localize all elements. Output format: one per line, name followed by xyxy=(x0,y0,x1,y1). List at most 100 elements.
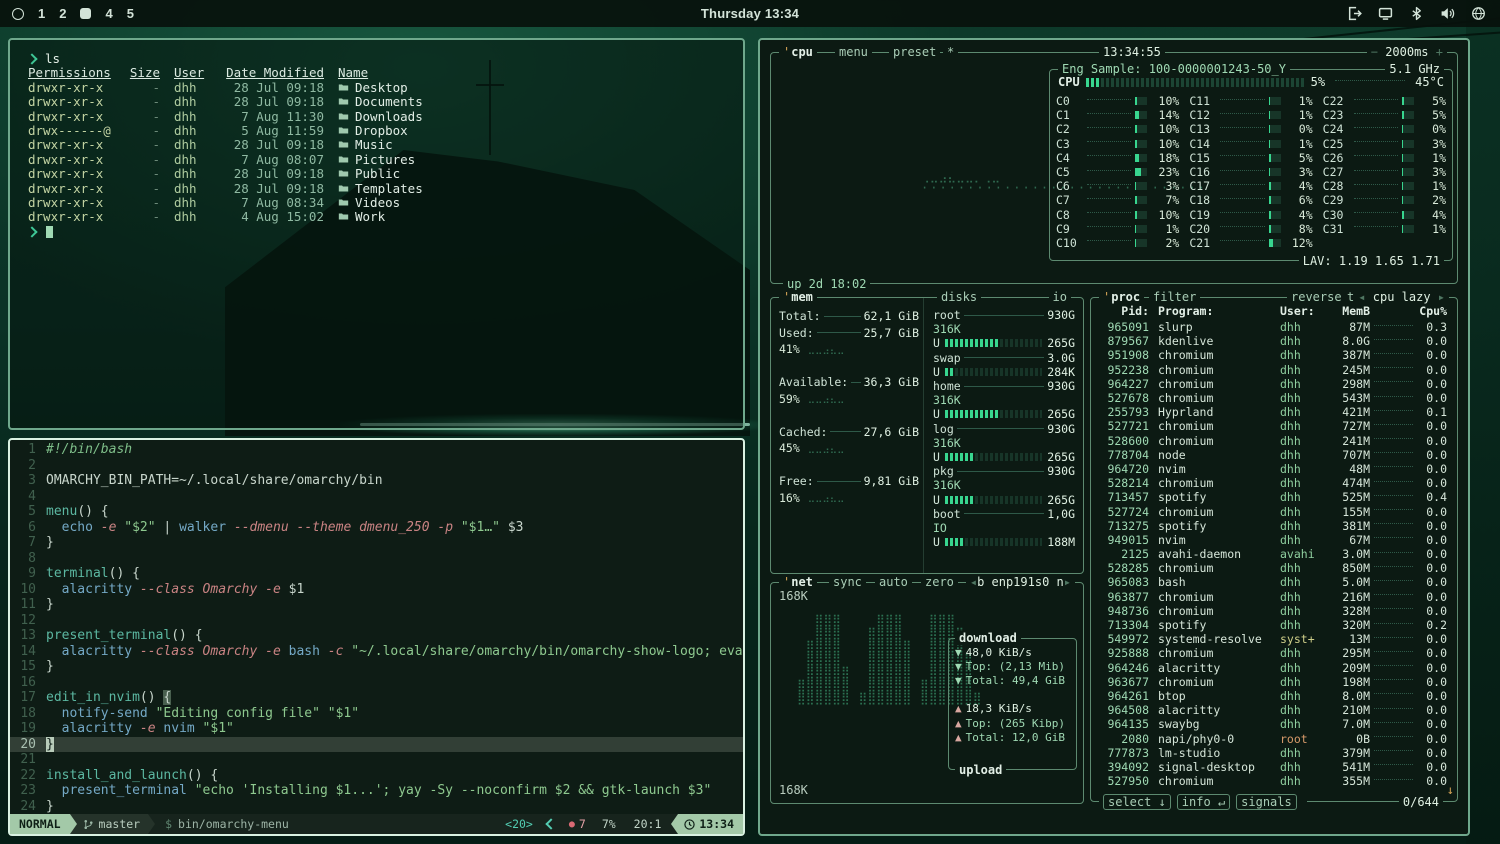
process-row[interactable]: 527724chromiumdhh155M0.0 xyxy=(1099,504,1447,518)
terminal-window-ls[interactable]: ls Permissions Size User Date Modified N… xyxy=(8,38,745,430)
process-row[interactable]: 951908chromiumdhh387M0.0 xyxy=(1099,348,1447,362)
directory-name: Public xyxy=(355,167,400,181)
code-text xyxy=(46,675,743,691)
io-tab[interactable]: io xyxy=(1049,290,1071,304)
mem-stat-row: Used:25,7 GiB xyxy=(779,325,919,342)
auto-button[interactable]: auto xyxy=(875,575,912,589)
process-row[interactable]: 879567kdenlivedhh8.0G0.0 xyxy=(1099,334,1447,348)
process-name: Hyprland xyxy=(1149,405,1280,419)
cpu-core-row: C310% xyxy=(1056,137,1179,151)
process-row[interactable]: 949015nvimdhh67M0.0 xyxy=(1099,533,1447,547)
process-row[interactable]: 965083bashdhh5.0M0.0 xyxy=(1099,575,1447,589)
process-row[interactable]: 964135swaybgdhh7.0M0.0 xyxy=(1099,717,1447,731)
name-cell[interactable]: Templates xyxy=(338,182,743,196)
process-row[interactable]: 925888chromiumdhh295M0.0 xyxy=(1099,646,1447,660)
process-row[interactable]: 964720nvimdhh48M0.0 xyxy=(1099,462,1447,476)
core-label: C24 xyxy=(1323,122,1350,136)
network-icon[interactable] xyxy=(1378,6,1393,21)
signals-button[interactable]: signals xyxy=(1236,794,1297,810)
process-row[interactable]: 528600chromiumdhh241M0.0 xyxy=(1099,434,1447,448)
process-name: chromium xyxy=(1149,646,1280,660)
cpu-core-row: C141% xyxy=(1189,137,1312,151)
process-row[interactable]: 527678chromiumdhh543M0.0 xyxy=(1099,391,1447,405)
core-label: C2 xyxy=(1056,122,1083,136)
name-cell[interactable]: Downloads xyxy=(338,110,743,124)
editor-buffer[interactable]: 1#!/bin/bash23OMARCHY_BIN_PATH=~/.local/… xyxy=(10,442,743,814)
process-cpu: 0.0 xyxy=(1417,391,1447,405)
process-mem: 543M xyxy=(1328,391,1370,405)
reverse-button[interactable]: reverse xyxy=(1287,290,1346,304)
date-cell: 7 Aug 08:34 xyxy=(224,196,324,210)
editor-line: 11} xyxy=(10,597,743,613)
settings-icon[interactable] xyxy=(1471,6,1486,21)
process-row[interactable]: 255793Hyprlanddhh421M0.1 xyxy=(1099,405,1447,419)
col-program[interactable]: Program: xyxy=(1149,304,1280,318)
process-row[interactable]: 948736chromiumdhh328M0.0 xyxy=(1099,604,1447,618)
editor-window-nvim[interactable]: 1#!/bin/bash23OMARCHY_BIN_PATH=~/.local/… xyxy=(8,438,745,836)
name-cell[interactable]: Dropbox xyxy=(338,124,743,138)
date-cell: 4 Aug 15:02 xyxy=(224,210,324,224)
process-header-row[interactable]: Pid: Program: User: MemB Cpu% xyxy=(1099,304,1447,318)
name-cell[interactable]: Work xyxy=(338,210,743,224)
process-row[interactable]: 964227chromiumdhh298M0.0 xyxy=(1099,377,1447,391)
process-row[interactable]: 963677chromiumdhh198M0.0 xyxy=(1099,675,1447,689)
col-user[interactable]: User: xyxy=(1280,304,1328,318)
process-row[interactable]: 964246alacrittydhh209M0.0 xyxy=(1099,661,1447,675)
process-row[interactable]: 952238chromiumdhh245M0.0 xyxy=(1099,363,1447,377)
process-row[interactable]: 527950chromiumdhh355M0.0 xyxy=(1099,774,1447,788)
disk-free-row: IO xyxy=(933,521,1075,535)
preset-button[interactable]: preset xyxy=(889,45,940,59)
interval-minus-button[interactable]: − xyxy=(1371,45,1385,59)
process-row[interactable]: 2125avahi-daemonavahi3.0M0.0 xyxy=(1099,547,1447,561)
select-button[interactable]: select ↓ xyxy=(1103,794,1171,810)
name-cell[interactable]: Pictures xyxy=(338,153,743,167)
name-cell[interactable]: Public xyxy=(338,167,743,181)
name-cell[interactable]: Music xyxy=(338,138,743,152)
shell-prompt-empty[interactable] xyxy=(28,225,743,239)
process-row[interactable]: 777873lm-studiodhh379M0.0 xyxy=(1099,746,1447,760)
name-cell[interactable]: Videos xyxy=(338,196,743,210)
sync-button[interactable]: sync xyxy=(829,575,866,589)
process-row[interactable]: 713304spotifydhh320M0.2 xyxy=(1099,618,1447,632)
sort-selector[interactable]: ◂ cpu lazy ▸ xyxy=(1354,290,1449,304)
process-row[interactable]: 528214chromiumdhh474M0.0 xyxy=(1099,476,1447,490)
col-pid[interactable]: Pid: xyxy=(1099,304,1149,318)
cpu-core-row: C208% xyxy=(1189,222,1312,236)
name-cell[interactable]: Desktop xyxy=(338,81,743,95)
system-monitor-window[interactable]: 'cpu menu preset * 13:34:55 − 2000ms + ⢀… xyxy=(758,38,1470,836)
cpu-core-grid: C010%C114%C210%C310%C418%C523%C63%C77%C8… xyxy=(1056,94,1446,250)
name-cell[interactable]: Documents xyxy=(338,95,743,109)
cpu-core-row: C261% xyxy=(1323,151,1446,165)
col-memb[interactable]: MemB xyxy=(1328,304,1370,318)
process-row[interactable]: 713457spotifydhh525M0.4 xyxy=(1099,490,1447,504)
process-row[interactable]: 778704nodedhh707M0.0 xyxy=(1099,448,1447,462)
process-row[interactable]: 965091slurpdhh87M0.3 xyxy=(1099,320,1447,334)
process-row[interactable]: 963877chromiumdhh216M0.0 xyxy=(1099,590,1447,604)
bluetooth-icon[interactable] xyxy=(1409,6,1424,21)
process-row[interactable]: 964261btopdhh8.0M0.0 xyxy=(1099,689,1447,703)
menu-button[interactable]: menu xyxy=(835,45,872,59)
volume-icon[interactable] xyxy=(1440,6,1455,21)
interface-selector[interactable]: ◂b enp191s0 n▸ xyxy=(966,575,1075,589)
process-row[interactable]: 549972systemd-resolvesyst+13M0.0 xyxy=(1099,632,1447,646)
star-button[interactable]: * xyxy=(943,45,958,59)
ls-row: drwx------@-dhh5 Aug 11:59Dropbox xyxy=(28,124,743,138)
zero-button[interactable]: zero xyxy=(921,575,958,589)
line-number: 18 xyxy=(10,706,46,722)
scroll-down-icon[interactable]: ↓ xyxy=(1447,783,1454,797)
col-cpu[interactable]: Cpu% xyxy=(1417,304,1447,318)
logout-icon[interactable] xyxy=(1347,6,1362,21)
process-row[interactable]: 2080napi/phy0-0root0B0.0 xyxy=(1099,731,1447,745)
process-row[interactable]: 528285chromiumdhh850M0.0 xyxy=(1099,561,1447,575)
mem-stat-value: 62,1 GiB xyxy=(864,309,919,323)
process-mem: 0B xyxy=(1328,732,1370,746)
process-row[interactable]: 394092signal-desktopdhh541M0.0 xyxy=(1099,760,1447,774)
interval-plus-button[interactable]: + xyxy=(1429,45,1443,59)
process-row[interactable]: 713275spotifydhh381M0.0 xyxy=(1099,519,1447,533)
info-button[interactable]: info ↵ xyxy=(1177,794,1230,810)
process-pid: 949015 xyxy=(1099,533,1149,547)
process-row[interactable]: 964508alacrittydhh210M0.0 xyxy=(1099,703,1447,717)
disks-tab[interactable]: disks xyxy=(937,290,981,304)
process-row[interactable]: 527721chromiumdhh727M0.0 xyxy=(1099,419,1447,433)
filter-button[interactable]: filter xyxy=(1149,290,1200,304)
